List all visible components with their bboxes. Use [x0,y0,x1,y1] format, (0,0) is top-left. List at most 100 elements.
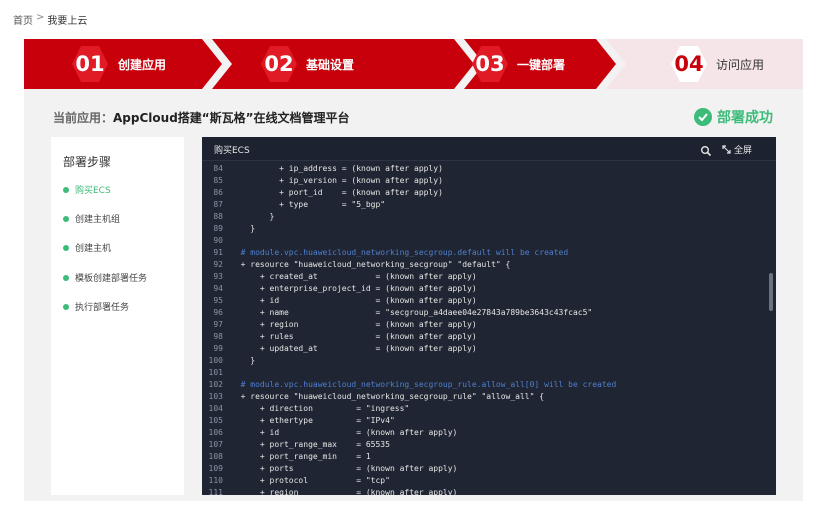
success-check-icon [694,108,712,126]
line-text: + name = "secgroup_a4daee04e27843a789be3… [231,308,593,317]
step-dot-icon [63,186,69,193]
line-text: + region = (known after apply) [231,320,477,329]
code-line: 98 + rules = (known after apply) [202,331,768,343]
sidebar-item-label: 购买ECS [75,186,111,196]
terminal-title: 购买ECS [214,146,250,156]
line-text: + ip_version = (known after apply) [231,176,443,185]
line-text: + port_id = (known after apply) [231,188,443,197]
line-number: 106 [208,428,223,437]
line-number: 101 [208,368,223,377]
line-text: } [231,224,256,233]
line-text: # module.vpc.huaweicloud_networking_secg… [231,380,617,389]
code-line: 101 [202,367,768,379]
step-progress-bar: 01 创建应用 02 基础设置 03 一键部署 04 访问应用 [24,39,803,89]
line-text: + resource "huaweicloud_networking_secgr… [231,260,511,269]
line-number: 85 [213,176,223,185]
code-line: 95 + id = (known after apply) [202,295,768,307]
line-number: 111 [208,488,223,495]
sidebar-item-create-host-group[interactable]: 创建主机组 [63,212,120,225]
line-number: 88 [213,212,223,221]
line-text: + ports = (known after apply) [231,464,458,473]
code-line: 107 + port_range_max = 65535 [202,439,768,451]
line-number: 87 [213,200,223,209]
line-number: 90 [213,236,223,245]
code-line: 104 + direction = "ingress" [202,403,768,415]
code-line: 105 + ethertype = "IPv4" [202,415,768,427]
code-line: 94 + enterprise_project_id = (known afte… [202,283,768,295]
line-text: + enterprise_project_id = (known after a… [231,284,477,293]
fullscreen-button[interactable]: 全屏 [722,143,752,156]
line-text: + resource "huaweicloud_networking_secgr… [231,392,545,401]
code-line: 106 + id = (known after apply) [202,427,768,439]
line-text: + port_range_max = 65535 [231,440,390,449]
code-line: 100 } [202,355,768,367]
line-number: 105 [208,416,223,425]
code-line: 91 # module.vpc.huaweicloud_networking_s… [202,247,768,259]
line-number: 95 [213,296,223,305]
code-line: 102 # module.vpc.huaweicloud_networking_… [202,379,768,391]
line-number: 92 [213,260,223,269]
code-line: 97 + region = (known after apply) [202,319,768,331]
sidebar-item-run-deploy-task[interactable]: 执行部署任务 [63,300,129,313]
sidebar-title: 部署步骤 [63,155,112,169]
code-line: 96 + name = "secgroup_a4daee04e27843a789… [202,307,768,319]
line-number: 104 [208,404,223,413]
line-number: 98 [213,332,223,341]
line-number: 91 [213,248,223,257]
line-text: } [231,212,275,221]
code-line: 90 [202,235,768,247]
line-text: + direction = "ingress" [231,404,410,413]
sidebar-item-buy-ecs[interactable]: 购买ECS [63,183,111,196]
deploy-status-label: 部署成功 [717,110,773,126]
breadcrumb-home-link[interactable]: 首页 [13,12,33,27]
sidebar-item-label: 创建主机组 [75,215,121,225]
deploy-status-badge: 部署成功 [694,107,773,127]
code-line: 86 + port_id = (known after apply) [202,187,768,199]
line-text: + protocol = "tcp" [231,476,390,485]
sidebar-item-template-deploy-task[interactable]: 模板创建部署任务 [63,271,147,284]
line-number: 94 [213,284,223,293]
line-number: 96 [213,308,223,317]
current-app-prefix: 当前应用： [53,111,114,125]
code-line: 110 + protocol = "tcp" [202,475,768,487]
code-line: 111 + region = (known after apply) [202,487,768,495]
terminal-header: 购买ECS 全屏 [202,137,776,161]
line-number: 110 [208,476,223,485]
step-dot-icon [63,215,69,222]
sidebar-item-label: 模板创建部署任务 [75,274,148,284]
search-icon[interactable] [700,142,712,157]
step-dot-icon [63,274,69,281]
line-text: + id = (known after apply) [231,428,458,437]
line-number: 84 [213,164,223,173]
step-3-label: 一键部署 [517,58,566,72]
step-4-label: 访问应用 [716,58,765,72]
current-app-name: AppCloud搭建“斯瓦格”在线文档管理平台 [113,111,350,125]
fullscreen-label: 全屏 [734,146,753,156]
sidebar-item-label: 创建主机 [75,244,112,254]
line-number: 93 [213,272,223,281]
breadcrumb: 首页 > 我要上云 [13,12,87,27]
line-text: + created_at = (known after apply) [231,272,477,281]
line-text: + port_range_min = 1 [231,452,371,461]
fullscreen-icon [722,145,731,154]
terminal-scrollbar[interactable] [769,273,773,311]
code-line: 84 + ip_address = (known after apply) [202,163,768,175]
line-text: + updated_at = (known after apply) [231,344,477,353]
line-number: 100 [208,356,223,365]
deploy-panel: 01 创建应用 02 基础设置 03 一键部署 04 访问应用 当前应用：App… [24,39,803,501]
sidebar-item-create-host[interactable]: 创建主机 [63,241,111,254]
step-1-number: 01 [75,52,105,76]
breadcrumb-current: 我要上云 [47,16,88,27]
code-line: 99 + updated_at = (known after apply) [202,343,768,355]
step-dot-icon [63,303,69,310]
line-number: 86 [213,188,223,197]
terminal-log-panel: 购买ECS 全屏 84 + ip_address = (known after … [202,137,776,495]
code-line: 109 + ports = (known after apply) [202,463,768,475]
line-number: 102 [208,380,223,389]
line-number: 103 [208,392,223,401]
sidebar-item-label: 执行部署任务 [75,303,130,313]
line-number: 107 [208,440,223,449]
code-line: 87 + type = "5_bgp" [202,199,768,211]
code-line: 108 + port_range_min = 1 [202,451,768,463]
step-dot-icon [63,244,69,251]
